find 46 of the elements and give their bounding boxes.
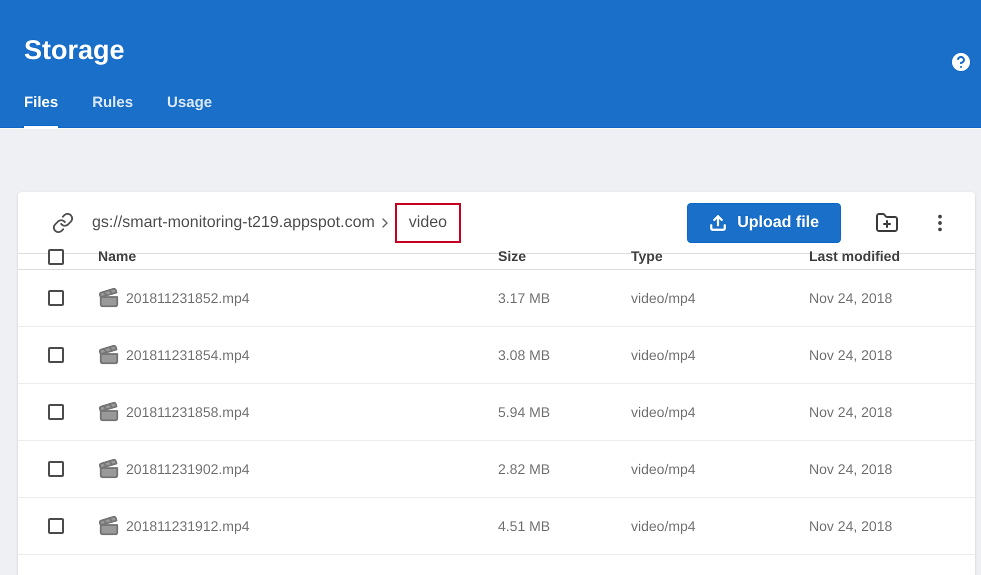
file-name[interactable]: 201811231852.mp4 bbox=[126, 288, 250, 308]
checkbox[interactable] bbox=[48, 404, 64, 420]
page-title: Storage bbox=[24, 34, 125, 67]
video-file-icon bbox=[98, 401, 120, 423]
video-file-icon bbox=[98, 515, 120, 537]
checkbox[interactable] bbox=[48, 248, 64, 264]
column-header: Name bbox=[98, 247, 138, 266]
checkbox[interactable] bbox=[48, 518, 64, 534]
upload-icon bbox=[709, 214, 728, 232]
file-name[interactable]: 201811231902.mp4 bbox=[126, 458, 250, 480]
video-file-icon bbox=[98, 458, 120, 480]
last-modified: Nov 24, 2018 bbox=[809, 460, 894, 478]
help-icon[interactable] bbox=[949, 50, 973, 74]
video-file-icon bbox=[98, 287, 120, 309]
tab[interactable]: Usage bbox=[167, 92, 212, 128]
last-modified: Nov 24, 2018 bbox=[809, 346, 894, 364]
file-type: video/mp4 bbox=[631, 346, 697, 365]
file-type: video/mp4 bbox=[631, 288, 697, 308]
checkbox[interactable] bbox=[48, 347, 64, 363]
file-type: video/mp4 bbox=[631, 460, 697, 479]
video-file-icon bbox=[98, 344, 120, 366]
upload-file-button[interactable]: Upload file bbox=[687, 202, 841, 242]
file-size: 2.82 MB bbox=[498, 460, 552, 478]
file-size: 3.08 MB bbox=[498, 346, 552, 364]
breadcrumb-link[interactable]: video bbox=[394, 202, 462, 242]
tab[interactable]: Rules bbox=[92, 92, 134, 128]
folder-plus-icon[interactable] bbox=[875, 210, 899, 234]
column-header: Size bbox=[498, 247, 528, 266]
last-modified: Nov 24, 2018 bbox=[809, 402, 894, 422]
tab[interactable]: Files bbox=[24, 92, 58, 128]
column-header: Last modified bbox=[809, 247, 902, 266]
file-type: video/mp4 bbox=[631, 402, 697, 422]
last-modified: Nov 24, 2018 bbox=[809, 288, 894, 308]
file-size: 5.94 MB bbox=[498, 402, 552, 422]
link-icon bbox=[52, 212, 74, 234]
breadcrumb-link[interactable]: gs://smart-monitoring-t219.appspot.com bbox=[92, 210, 375, 234]
checkbox[interactable] bbox=[48, 290, 64, 306]
file-type: video/mp4 bbox=[631, 516, 697, 536]
file-name[interactable]: 201811231854.mp4 bbox=[126, 344, 250, 366]
file-name[interactable]: 201811231912.mp4 bbox=[126, 516, 250, 536]
last-modified: Nov 24, 2018 bbox=[809, 516, 894, 536]
file-size: 4.51 MB bbox=[498, 516, 552, 536]
column-header: Type bbox=[631, 247, 664, 266]
file-name[interactable]: 201811231858.mp4 bbox=[126, 402, 250, 422]
checkbox[interactable] bbox=[48, 461, 64, 477]
file-size: 3.17 MB bbox=[498, 288, 552, 308]
